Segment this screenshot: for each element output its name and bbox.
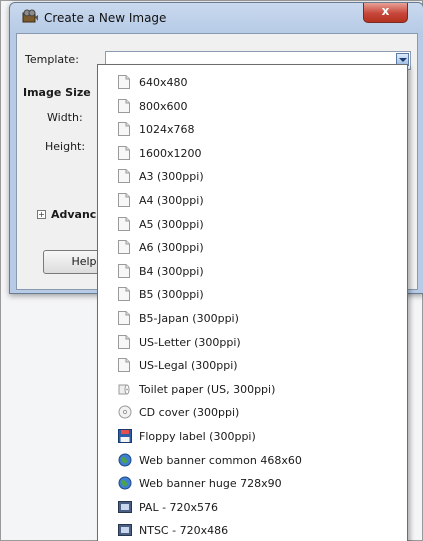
dropdown-item-label: CD cover (300ppi) — [139, 406, 240, 420]
tv-icon — [118, 500, 132, 514]
expand-plus-icon[interactable]: + — [37, 210, 46, 219]
dropdown-item[interactable]: US-Legal (300ppi) — [98, 354, 407, 377]
dropdown-item-label: 1024x768 — [139, 123, 195, 137]
page-icon — [118, 169, 130, 184]
dropdown-item-label: US-Letter (300ppi) — [139, 335, 241, 349]
dropdown-item[interactable]: 1600x1200 — [98, 142, 407, 165]
globe-icon — [118, 453, 132, 467]
globe-icon — [118, 476, 132, 490]
page-icon — [118, 216, 130, 231]
dropdown-item[interactable]: B4 (300ppi) — [98, 260, 407, 283]
dropdown-item-label: 1600x1200 — [139, 146, 202, 160]
dropdown-item[interactable]: Web banner huge 728x90 — [98, 472, 407, 495]
title-bar[interactable]: Create a New Image x — [10, 3, 423, 31]
close-button[interactable]: x — [363, 3, 408, 23]
dropdown-item[interactable]: PAL - 720x576 — [98, 496, 407, 519]
page-icon — [118, 240, 130, 255]
template-dropdown-list: 640x480 800x600 1024x768 1600x1200 A3 (300pp… — [97, 64, 408, 541]
gimp-app-icon — [22, 9, 38, 23]
image-size-heading: Image Size — [23, 86, 91, 99]
dropdown-item-label: A5 (300ppi) — [139, 217, 204, 231]
page-icon — [118, 98, 130, 113]
width-label: Width: — [47, 111, 83, 124]
dropdown-item-label: Web banner common 468x60 — [139, 453, 302, 467]
dropdown-item[interactable]: NTSC - 720x486 — [98, 519, 407, 541]
dropdown-item-label: A6 (300ppi) — [139, 241, 204, 255]
dropdown-item-label: NTSC - 720x486 — [139, 524, 229, 538]
page-icon — [118, 263, 130, 278]
floppy-icon — [118, 429, 132, 443]
advanced-options-expander[interactable]: Advanc — [51, 208, 96, 221]
page-icon — [118, 75, 130, 89]
page-icon — [118, 311, 130, 325]
dropdown-item[interactable]: Toilet paper (US, 300ppi) — [98, 378, 407, 401]
page-icon — [118, 358, 130, 373]
dropdown-item[interactable]: 800x600 — [98, 95, 407, 118]
dropdown-item-label: US-Legal (300ppi) — [139, 359, 238, 373]
dialog-title: Create a New Image — [44, 11, 167, 25]
dropdown-item[interactable]: 640x480 — [98, 71, 407, 94]
dropdown-item[interactable]: B5-Japan (300ppi) — [98, 307, 407, 330]
screen: Create a New Image x Template: Image Siz… — [0, 0, 423, 541]
template-label: Template: — [25, 53, 79, 66]
dropdown-item[interactable]: US-Letter (300ppi) — [98, 331, 407, 354]
page-icon — [118, 122, 130, 137]
tv-icon — [118, 523, 132, 537]
dropdown-item[interactable]: A4 (300ppi) — [98, 189, 407, 212]
toilet-paper-icon — [118, 382, 130, 396]
dropdown-item-label: 640x480 — [139, 76, 188, 89]
page-icon — [118, 334, 130, 349]
dropdown-item-label: A3 (300ppi) — [139, 170, 204, 184]
dropdown-item-label: B5-Japan (300ppi) — [139, 312, 239, 325]
dropdown-item[interactable]: 1024x768 — [98, 118, 407, 141]
page-icon — [118, 193, 130, 207]
dropdown-item-label: Toilet paper (US, 300ppi) — [139, 382, 276, 396]
cd-icon — [118, 405, 132, 419]
dropdown-item[interactable]: A5 (300ppi) — [98, 213, 407, 236]
dropdown-item-label: Floppy label (300ppi) — [139, 430, 256, 443]
dropdown-item-label: A4 (300ppi) — [139, 194, 204, 207]
page-icon — [118, 287, 130, 302]
dropdown-item[interactable]: CD cover (300ppi) — [98, 401, 407, 424]
dropdown-item[interactable]: Floppy label (300ppi) — [98, 425, 407, 448]
height-label: Height: — [45, 140, 86, 153]
dropdown-item-label: 800x600 — [139, 99, 188, 113]
dropdown-item[interactable]: A6 (300ppi) — [98, 236, 407, 259]
page-icon — [118, 145, 130, 160]
dropdown-item[interactable]: A3 (300ppi) — [98, 165, 407, 188]
dropdown-item[interactable]: B5 (300ppi) — [98, 283, 407, 306]
dropdown-item-label: B5 (300ppi) — [139, 288, 204, 302]
dropdown-item-label: PAL - 720x576 — [139, 500, 219, 514]
dropdown-item-label: Web banner huge 728x90 — [139, 477, 282, 491]
dropdown-item[interactable]: Web banner common 468x60 — [98, 449, 407, 472]
dropdown-item-label: B4 (300ppi) — [139, 264, 204, 278]
